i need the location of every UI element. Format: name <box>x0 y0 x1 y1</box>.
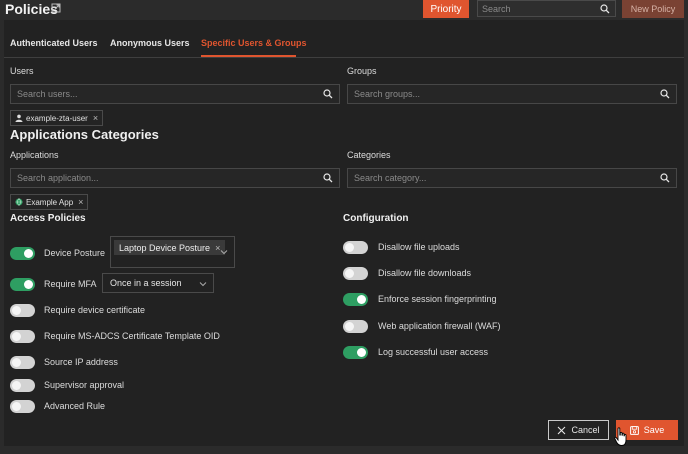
toggle-knob <box>345 269 354 278</box>
top-bar: Policies Priority New Policy <box>0 0 688 20</box>
require-device-certificate-label: Require device certificate <box>44 305 146 315</box>
log-access-toggle[interactable] <box>343 346 368 359</box>
applications-categories-heading: Applications Categories <box>10 127 159 142</box>
configuration-heading: Configuration <box>343 213 409 224</box>
users-search[interactable] <box>10 84 340 104</box>
user-icon <box>15 114 23 122</box>
tab-anonymous-users[interactable]: Anonymous Users <box>110 38 190 48</box>
tab-authenticated-users[interactable]: Authenticated Users <box>10 38 98 48</box>
toggle-knob <box>12 306 21 315</box>
waf-label: Web application firewall (WAF) <box>378 321 501 331</box>
require-msadcs-oid-label: Require MS-ADCS Certificate Template OID <box>44 331 220 341</box>
close-icon <box>558 426 566 434</box>
toggle-knob <box>357 295 366 304</box>
device-posture-toggle[interactable] <box>10 247 35 260</box>
toggle-knob <box>12 358 21 367</box>
categories-label: Categories <box>347 150 391 160</box>
users-search-input[interactable] <box>17 88 287 100</box>
priority-button[interactable]: Priority <box>423 0 469 18</box>
source-ip-label: Source IP address <box>44 357 118 367</box>
application-chip: Example App × <box>10 194 89 210</box>
device-posture-chip: Laptop Device Posture × <box>114 240 226 255</box>
globe-icon <box>15 198 23 206</box>
disallow-downloads-label: Disallow file downloads <box>378 268 472 278</box>
search-icon[interactable] <box>660 173 670 183</box>
toggle-knob <box>345 243 354 252</box>
toggle-knob <box>357 348 366 357</box>
search-icon[interactable] <box>323 173 333 183</box>
remove-chip-icon[interactable]: × <box>78 197 83 207</box>
source-ip-toggle[interactable] <box>10 356 35 369</box>
require-mfa-toggle[interactable] <box>10 278 35 291</box>
chevron-down-icon[interactable] <box>199 280 207 288</box>
session-fingerprinting-label: Enforce session fingerprinting <box>378 294 497 304</box>
advanced-rule-label: Advanced Rule <box>44 401 106 411</box>
search-icon[interactable] <box>660 89 670 99</box>
waf-toggle[interactable] <box>343 320 368 333</box>
categories-search[interactable] <box>347 168 677 188</box>
users-label: Users <box>10 66 34 76</box>
toggle-knob <box>12 381 21 390</box>
disallow-uploads-toggle[interactable] <box>343 241 368 254</box>
disallow-downloads-toggle[interactable] <box>343 267 368 280</box>
applications-search[interactable] <box>10 168 340 188</box>
user-chip: example-zta-user × <box>10 110 104 126</box>
new-policy-button[interactable]: New Policy <box>622 0 684 18</box>
device-posture-label: Device Posture <box>44 248 106 258</box>
cancel-button[interactable]: Cancel <box>548 420 609 440</box>
advanced-rule-toggle[interactable] <box>10 400 35 413</box>
groups-label: Groups <box>347 66 377 76</box>
toggle-knob <box>24 280 33 289</box>
require-device-certificate-toggle[interactable] <box>10 304 35 317</box>
search-icon[interactable] <box>323 89 333 99</box>
cancel-button-label: Cancel <box>571 425 600 435</box>
mfa-frequency-value: Once in a session <box>110 278 182 288</box>
toggle-knob <box>12 332 21 341</box>
chevron-down-icon[interactable] <box>220 248 228 256</box>
toggle-knob <box>345 322 354 331</box>
toggle-knob <box>24 249 33 258</box>
hand-cursor-icon <box>614 427 627 446</box>
groups-search[interactable] <box>347 84 677 104</box>
require-msadcs-oid-toggle[interactable] <box>10 330 35 343</box>
tabs-divider <box>4 57 684 58</box>
toggle-knob <box>12 402 21 411</box>
access-policies-heading: Access Policies <box>10 213 86 224</box>
require-mfa-label: Require MFA <box>44 279 97 289</box>
header-search-input[interactable] <box>482 2 597 15</box>
external-link-icon[interactable] <box>51 3 61 13</box>
applications-label: Applications <box>10 150 59 160</box>
categories-search-input[interactable] <box>354 172 624 184</box>
supervisor-approval-toggle[interactable] <box>10 379 35 392</box>
supervisor-approval-label: Supervisor approval <box>44 380 125 390</box>
applications-search-input[interactable] <box>17 172 287 184</box>
device-posture-chip-label: Laptop Device Posture <box>119 242 211 253</box>
mfa-frequency-select[interactable]: Once in a session <box>102 273 214 293</box>
active-tab-indicator <box>201 55 296 57</box>
search-icon[interactable] <box>600 4 610 14</box>
log-access-label: Log successful user access <box>378 347 489 357</box>
device-posture-select[interactable]: Laptop Device Posture × <box>110 236 235 268</box>
save-icon <box>629 425 639 435</box>
remove-chip-icon[interactable]: × <box>93 113 98 123</box>
application-chip-label: Example App <box>26 197 74 207</box>
header-search[interactable] <box>477 0 616 17</box>
tab-specific-users-groups[interactable]: Specific Users & Groups <box>201 38 307 48</box>
disallow-uploads-label: Disallow file uploads <box>378 242 460 252</box>
page-title: Policies <box>5 1 58 17</box>
save-button-label: Save <box>643 425 665 435</box>
user-chip-label: example-zta-user <box>26 113 88 123</box>
session-fingerprinting-toggle[interactable] <box>343 293 368 306</box>
groups-search-input[interactable] <box>354 88 624 100</box>
